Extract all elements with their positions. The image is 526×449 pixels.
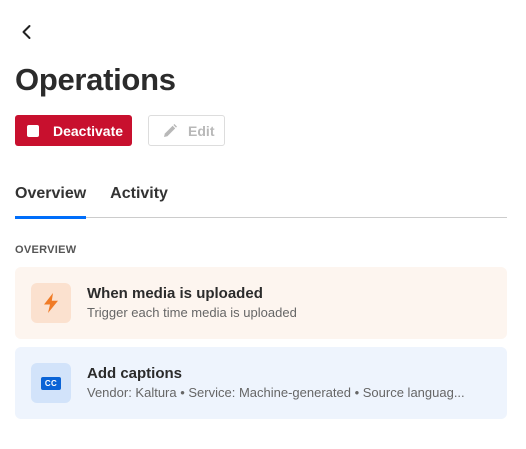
edit-button[interactable]: Edit bbox=[148, 115, 225, 146]
tab-bar: Overview Activity bbox=[15, 180, 507, 219]
trigger-title: When media is uploaded bbox=[87, 285, 263, 302]
chevron-left-icon bbox=[22, 25, 31, 39]
action-title: Add captions bbox=[87, 365, 183, 382]
trigger-subtitle: Trigger each time media is uploaded bbox=[87, 305, 297, 320]
deactivate-button[interactable]: Deactivate bbox=[15, 115, 133, 146]
stop-icon bbox=[27, 124, 39, 137]
tab-activity[interactable]: Activity bbox=[110, 180, 168, 218]
trigger-card[interactable]: When media is uploaded Trigger each time… bbox=[15, 267, 507, 339]
trigger-icon-tile bbox=[31, 283, 71, 323]
action-card[interactable]: CC Add captions Vendor: Kaltura • Servic… bbox=[15, 347, 507, 419]
page-title: Operations bbox=[15, 62, 176, 97]
edit-label: Edit bbox=[188, 122, 215, 139]
action-bar: Deactivate Edit bbox=[15, 115, 225, 146]
overview-section-label: OVERVIEW bbox=[15, 244, 77, 256]
pencil-icon bbox=[164, 123, 178, 137]
action-text: Add captions Vendor: Kaltura • Service: … bbox=[87, 364, 487, 402]
trigger-text: When media is uploaded Trigger each time… bbox=[87, 284, 487, 322]
action-icon-tile: CC bbox=[31, 363, 71, 403]
closed-captions-icon: CC bbox=[41, 376, 61, 390]
back-button[interactable] bbox=[15, 20, 39, 44]
action-subtitle: Vendor: Kaltura • Service: Machine-gener… bbox=[87, 385, 465, 400]
deactivate-label: Deactivate bbox=[53, 122, 124, 139]
tab-overview[interactable]: Overview bbox=[15, 180, 87, 219]
lightning-icon bbox=[44, 293, 58, 313]
operations-page: Operations Deactivate Edit Overview Acti… bbox=[0, 0, 526, 449]
